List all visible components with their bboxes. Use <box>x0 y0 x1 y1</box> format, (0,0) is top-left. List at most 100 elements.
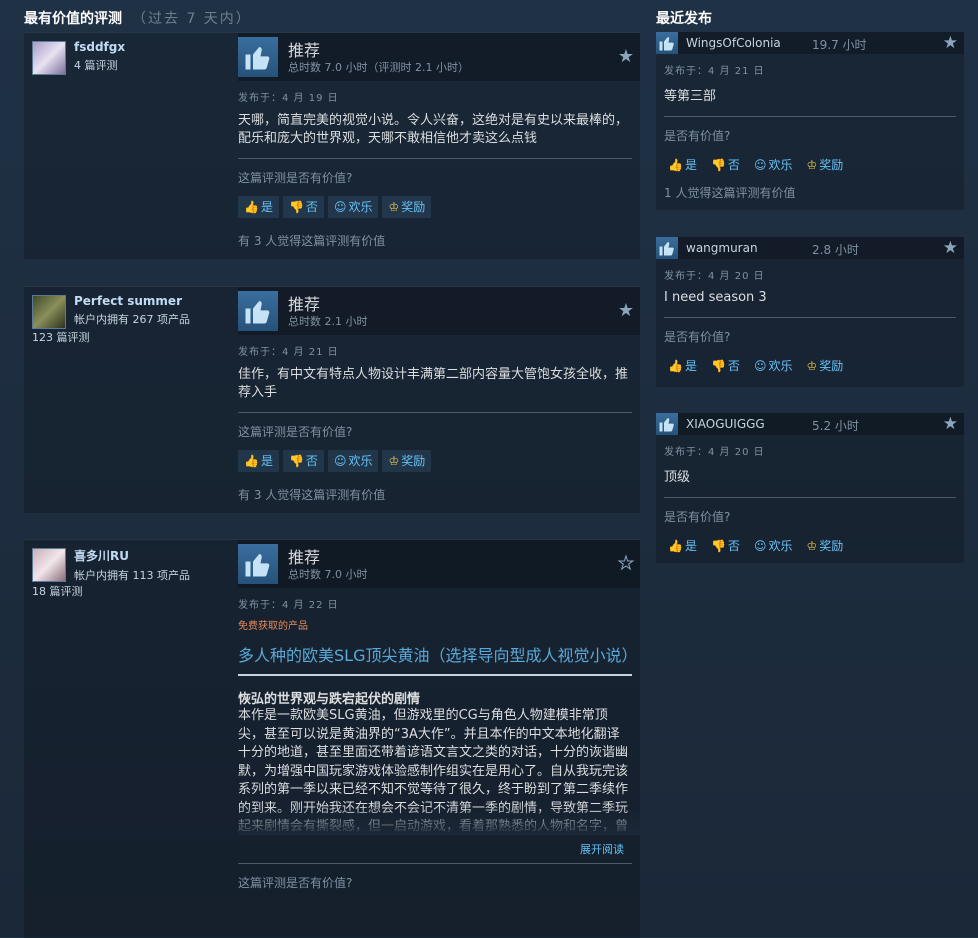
award-label: 奖励 <box>401 200 426 214</box>
review-card: 喜多川RU 帐户内拥有 113 项产品 18 篇评测 推荐 总时数 7.0 小时… <box>24 539 640 938</box>
vote-yes-label: 是 <box>684 539 697 553</box>
star-icon[interactable]: ★ <box>943 238 958 258</box>
vote-no-button[interactable]: 👎 否 <box>282 196 324 218</box>
avatar[interactable] <box>32 548 66 582</box>
vote-no-button[interactable]: 👎 否 <box>707 154 744 176</box>
vote-funny-label: 欢乐 <box>768 158 793 172</box>
review-title: 多人种的欧美SLG顶尖黄油（选择导向型成人视觉小说） <box>238 646 638 665</box>
recent-author-name[interactable]: XIAOGUIGGG <box>686 417 765 431</box>
vote-yes-label: 是 <box>684 359 697 373</box>
review-header[interactable]: 推荐 总时数 7.0 小时 ★ <box>238 540 640 588</box>
recent-text: 等第三部 <box>664 89 717 104</box>
vote-yes-button[interactable]: 👍 是 <box>238 196 279 218</box>
review-hours: 总时数 7.0 小时（评测时 2.1 小时） <box>288 61 469 74</box>
vote-yes-button[interactable]: 👍 是 <box>664 154 701 176</box>
recent-date: 发布于：4 月 21 日 <box>664 66 765 77</box>
vote-yes-button[interactable]: 👍 是 <box>238 450 279 472</box>
vote-yes-label: 是 <box>260 454 273 468</box>
review-body: 推荐 总时数 7.0 小时 ★ 发布于：4 月 22 日 免费获取的产品 多人种… <box>238 540 640 891</box>
recent-review-header[interactable]: XIAOGUIGGG 5.2 小时 ★ <box>656 413 964 435</box>
award-icon: ♔ <box>388 454 400 468</box>
helpful-question: 是否有价值? <box>664 129 731 143</box>
vote-yes-button[interactable]: 👍 是 <box>664 535 701 557</box>
vote-funny-button[interactable]: ☺ 欢乐 <box>327 450 379 472</box>
review-verdict: 推荐 <box>288 548 321 567</box>
review-header[interactable]: 推荐 总时数 2.1 小时 ★ <box>238 287 640 335</box>
vote-funny-button[interactable]: ☺ 欢乐 <box>750 535 797 557</box>
recent-text: I need season 3 <box>664 290 767 305</box>
vote-no-button[interactable]: 👎 否 <box>707 355 744 377</box>
vote-funny-button[interactable]: ☺ 欢乐 <box>750 154 797 176</box>
author-review-count[interactable]: 18 篇评测 <box>32 583 232 599</box>
review-text: 天哪，简直完美的视觉小说。令人兴奋，这绝对是有史以来最棒的，配乐和庞大的世界观，… <box>238 113 629 146</box>
recent-text: 顶级 <box>664 470 691 485</box>
star-outline-icon[interactable]: ★ <box>617 553 634 575</box>
star-icon[interactable]: ★ <box>618 46 634 67</box>
star-icon[interactable]: ★ <box>943 414 958 434</box>
recent-review-header[interactable]: wangmuran 2.8 小时 ★ <box>656 237 964 259</box>
award-icon: ♔ <box>388 200 400 214</box>
recent-author-name[interactable]: WingsOfColonia <box>686 36 781 50</box>
thumbs-up-icon <box>656 32 678 54</box>
thumbs-up-icon <box>238 291 278 331</box>
read-more-link[interactable]: 展开阅读 <box>238 841 640 857</box>
vote-no-label: 否 <box>305 454 318 468</box>
review-verdict: 推荐 <box>288 41 321 60</box>
award-label: 奖励 <box>819 539 844 553</box>
star-icon[interactable]: ★ <box>618 300 634 321</box>
vote-funny-button[interactable]: ☺ 欢乐 <box>327 196 379 218</box>
vote-yes-label: 是 <box>260 200 273 214</box>
recent-author-name[interactable]: wangmuran <box>686 241 758 255</box>
avatar[interactable] <box>32 41 66 75</box>
recent-hours: 19.7 小时 <box>812 38 867 52</box>
review-hours: 总时数 7.0 小时 <box>288 568 368 581</box>
vote-no-button[interactable]: 👎 否 <box>707 535 744 557</box>
vote-yes-button[interactable]: 👍 是 <box>664 355 701 377</box>
award-label: 奖励 <box>401 454 426 468</box>
recent-review-header[interactable]: WingsOfColonia 19.7 小时 ★ <box>656 32 964 54</box>
helpful-question: 是否有价值? <box>664 330 731 344</box>
review-hours: 总时数 2.1 小时 <box>288 315 368 328</box>
smile-icon: ☺ <box>333 454 347 468</box>
review-author: Perfect summer 帐户内拥有 267 项产品 123 篇评测 <box>32 294 232 345</box>
vote-row: 👍 是 👎 否 ☺ 欢乐 ♔ 奖励 <box>664 355 956 377</box>
vote-no-label: 否 <box>727 539 740 553</box>
free-product-label: 免费获取的产品 <box>238 621 308 632</box>
award-button[interactable]: ♔ 奖励 <box>802 355 847 377</box>
review-body: 推荐 总时数 7.0 小时（评测时 2.1 小时） ★ 发布于：4 月 19 日… <box>238 33 640 249</box>
vote-funny-label: 欢乐 <box>348 454 373 468</box>
vote-no-label: 否 <box>727 359 740 373</box>
review-author: 喜多川RU 帐户内拥有 113 项产品 18 篇评测 <box>32 548 232 599</box>
recent-review-card: WingsOfColonia 19.7 小时 ★ 发布于：4 月 21 日 等第… <box>656 32 964 210</box>
review-date: 发布于：4 月 21 日 <box>238 347 339 358</box>
vote-funny-button[interactable]: ☺ 欢乐 <box>750 355 797 377</box>
recent-title: 最近发布 <box>656 11 712 27</box>
recent-date: 发布于：4 月 20 日 <box>664 271 765 282</box>
thumbs-up-icon <box>656 413 678 435</box>
thumbs-down-icon: 👎 <box>710 359 726 373</box>
recent-review-body: 发布于：4 月 20 日 顶级 是否有价值? 👍 是 👎 否 ☺ 欢乐 ♔ 奖励 <box>656 443 964 557</box>
review-card: Perfect summer 帐户内拥有 267 项产品 123 篇评测 推荐 … <box>24 286 640 513</box>
vote-no-button[interactable]: 👎 否 <box>282 450 324 472</box>
thumbs-down-icon: 👎 <box>288 200 304 214</box>
recent-hours: 2.8 小时 <box>812 243 859 257</box>
award-button[interactable]: ♔ 奖励 <box>382 196 432 218</box>
avatar[interactable] <box>32 295 66 329</box>
review-header[interactable]: 推荐 总时数 7.0 小时（评测时 2.1 小时） ★ <box>238 33 640 81</box>
award-button[interactable]: ♔ 奖励 <box>382 450 432 472</box>
recent-review-body: 发布于：4 月 21 日 等第三部 是否有价值? 👍 是 👎 否 ☺ 欢乐 ♔ 奖励 1 人觉… <box>656 62 964 201</box>
thumbs-up-icon: 👍 <box>668 539 683 553</box>
vote-yes-label: 是 <box>684 158 697 172</box>
most-helpful-title-text: 最有价值的评测 <box>24 11 122 27</box>
author-review-count[interactable]: 123 篇评测 <box>32 329 232 345</box>
review-author: fsddfgx 4 篇评测 <box>32 40 232 75</box>
award-button[interactable]: ♔ 奖励 <box>802 535 847 557</box>
vote-row: 👍 是 👎 否 ☺ 欢乐 ♔ 奖励 <box>664 154 956 176</box>
thumbs-up-icon: 👍 <box>244 200 259 214</box>
award-button[interactable]: ♔ 奖励 <box>802 154 847 176</box>
star-icon[interactable]: ★ <box>943 33 958 53</box>
review-text: 本作是一款欧美SLG黄油，但游戏里的CG与角色人物建模非常顶尖，甚至可以说是黄油… <box>238 707 640 835</box>
helpful-question: 这篇评测是否有价值? <box>238 425 353 439</box>
recent-review-body: 发布于：4 月 20 日 I need season 3 是否有价值? 👍 是 👎 否… <box>656 267 964 377</box>
helpful-count: 1 人觉得这篇评测有价值 <box>664 186 796 200</box>
